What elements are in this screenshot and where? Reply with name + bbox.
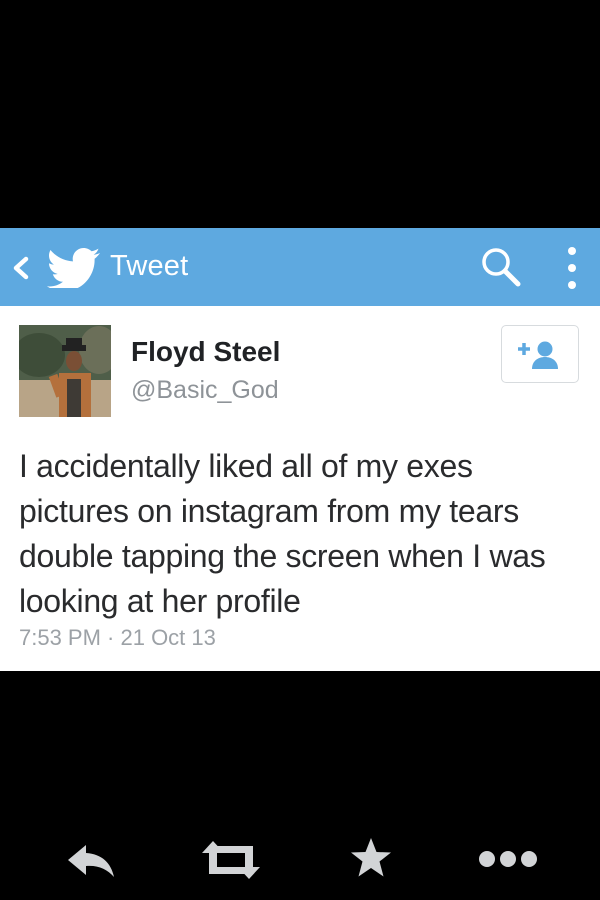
tweet-card: Floyd Steel @Basic_God I accidentally li… <box>0 306 600 671</box>
follow-button[interactable] <box>501 325 579 383</box>
twitter-bird-icon[interactable] <box>46 248 102 288</box>
reply-icon[interactable] <box>66 843 116 879</box>
add-user-icon <box>518 341 558 369</box>
search-icon[interactable] <box>478 244 524 290</box>
tweet-text: I accidentally liked all of my exes pict… <box>19 448 546 619</box>
more-horizontal-icon[interactable] <box>478 848 538 870</box>
tweet-timestamp: 7:53 PM · 21 Oct 13 <box>19 625 216 650</box>
retweet-icon[interactable] <box>200 839 262 881</box>
author-name[interactable]: Floyd Steel <box>131 336 280 368</box>
chevron-left-icon[interactable] <box>8 252 34 284</box>
author-handle[interactable]: @Basic_God <box>131 376 279 405</box>
more-vertical-icon[interactable] <box>560 242 584 294</box>
avatar[interactable] <box>19 325 111 417</box>
page-title: Tweet <box>110 250 189 282</box>
action-bar <box>0 815 600 900</box>
favorite-icon[interactable] <box>350 837 392 879</box>
navigation-bar: Tweet <box>0 228 600 306</box>
